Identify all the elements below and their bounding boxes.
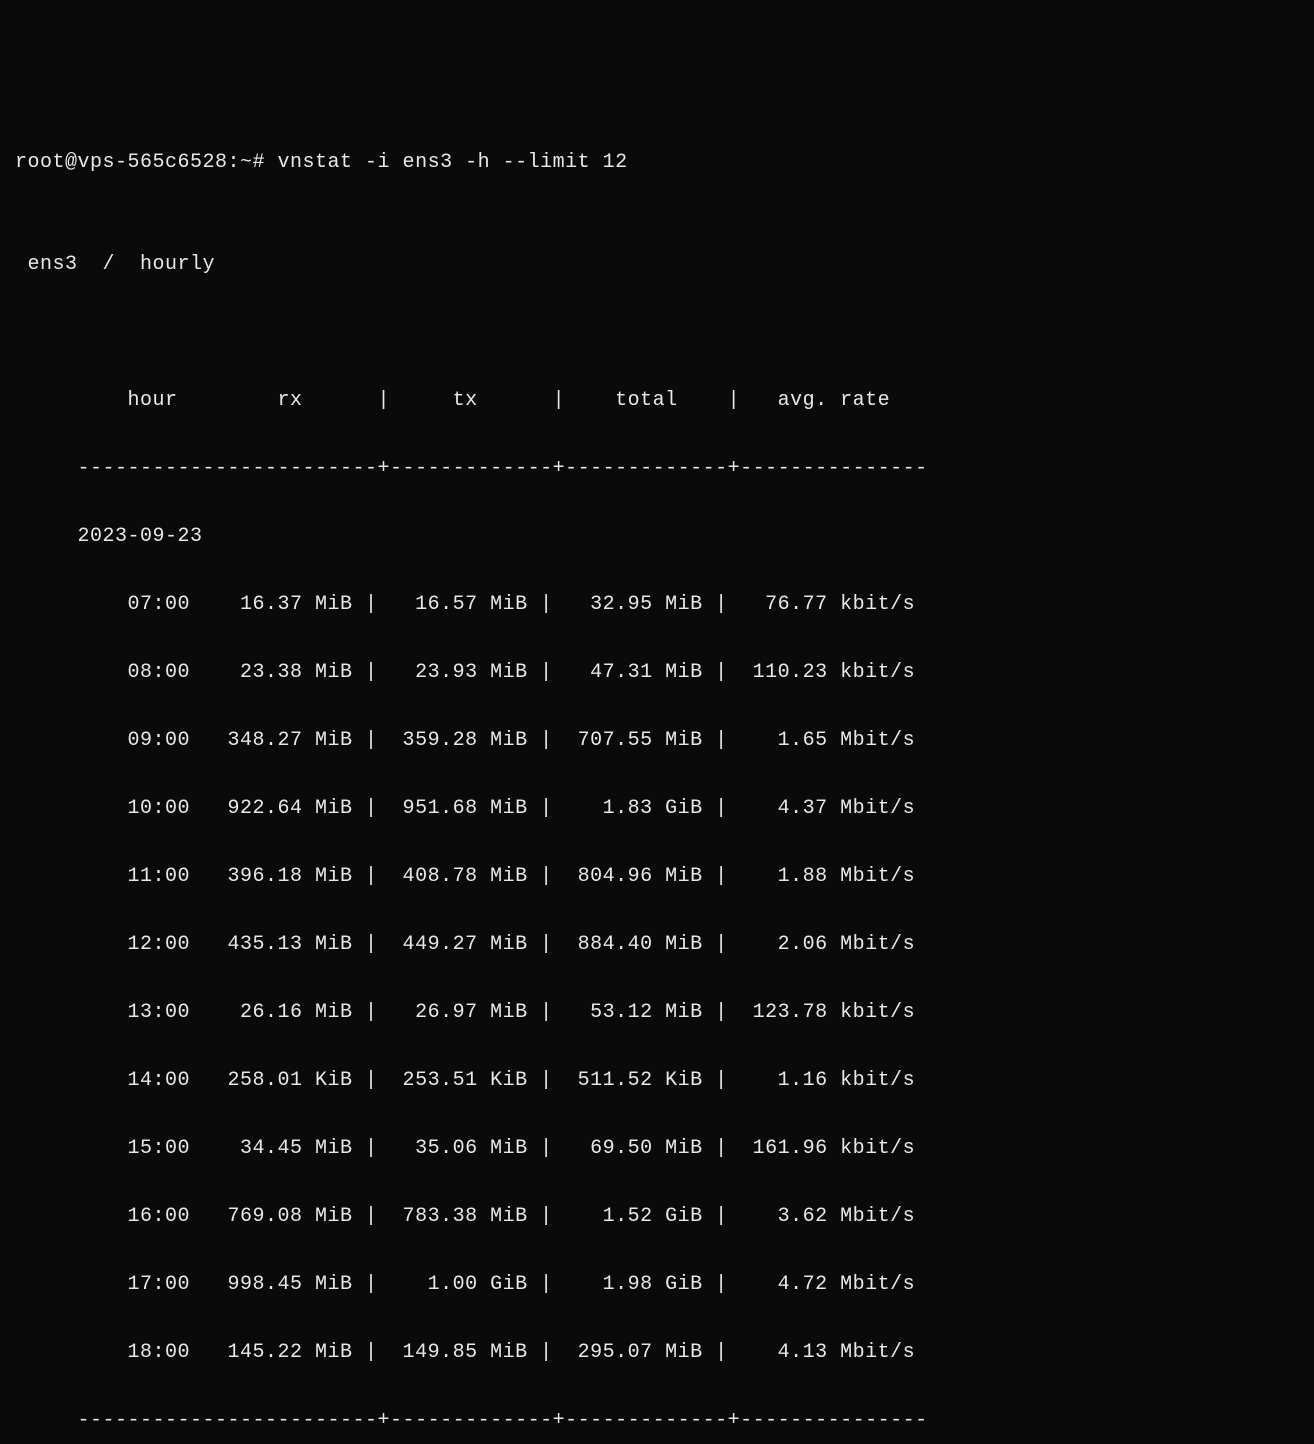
table-row: 16:00 769.08 MiB | 783.38 MiB | 1.52 GiB…	[15, 1200, 1299, 1234]
table-row: 11:00 396.18 MiB | 408.78 MiB | 804.96 M…	[15, 860, 1299, 894]
interface-header: ens3 / hourly	[15, 248, 1299, 282]
table-row: 14:00 258.01 KiB | 253.51 KiB | 511.52 K…	[15, 1064, 1299, 1098]
divider-top: ------------------------+-------------+-…	[15, 452, 1299, 486]
date-line: 2023-09-23	[15, 520, 1299, 554]
table-row: 18:00 145.22 MiB | 149.85 MiB | 295.07 M…	[15, 1336, 1299, 1370]
table-row: 17:00 998.45 MiB | 1.00 GiB | 1.98 GiB |…	[15, 1268, 1299, 1302]
blank-line	[15, 316, 1299, 350]
table-row: 12:00 435.13 MiB | 449.27 MiB | 884.40 M…	[15, 928, 1299, 962]
table-row: 13:00 26.16 MiB | 26.97 MiB | 53.12 MiB …	[15, 996, 1299, 1030]
table-row: 07:00 16.37 MiB | 16.57 MiB | 32.95 MiB …	[15, 588, 1299, 622]
vnstat-output: ens3 / hourly hour rx | tx | total | avg…	[15, 214, 1299, 1444]
table-row: 15:00 34.45 MiB | 35.06 MiB | 69.50 MiB …	[15, 1132, 1299, 1166]
column-header: hour rx | tx | total | avg. rate	[15, 384, 1299, 418]
table-row: 10:00 922.64 MiB | 951.68 MiB | 1.83 GiB…	[15, 792, 1299, 826]
table-row: 09:00 348.27 MiB | 359.28 MiB | 707.55 M…	[15, 724, 1299, 758]
divider-bottom: ------------------------+-------------+-…	[15, 1404, 1299, 1438]
shell-prompt-line[interactable]: root@vps-565c6528:~# vnstat -i ens3 -h -…	[15, 146, 1299, 180]
table-row: 08:00 23.38 MiB | 23.93 MiB | 47.31 MiB …	[15, 656, 1299, 690]
